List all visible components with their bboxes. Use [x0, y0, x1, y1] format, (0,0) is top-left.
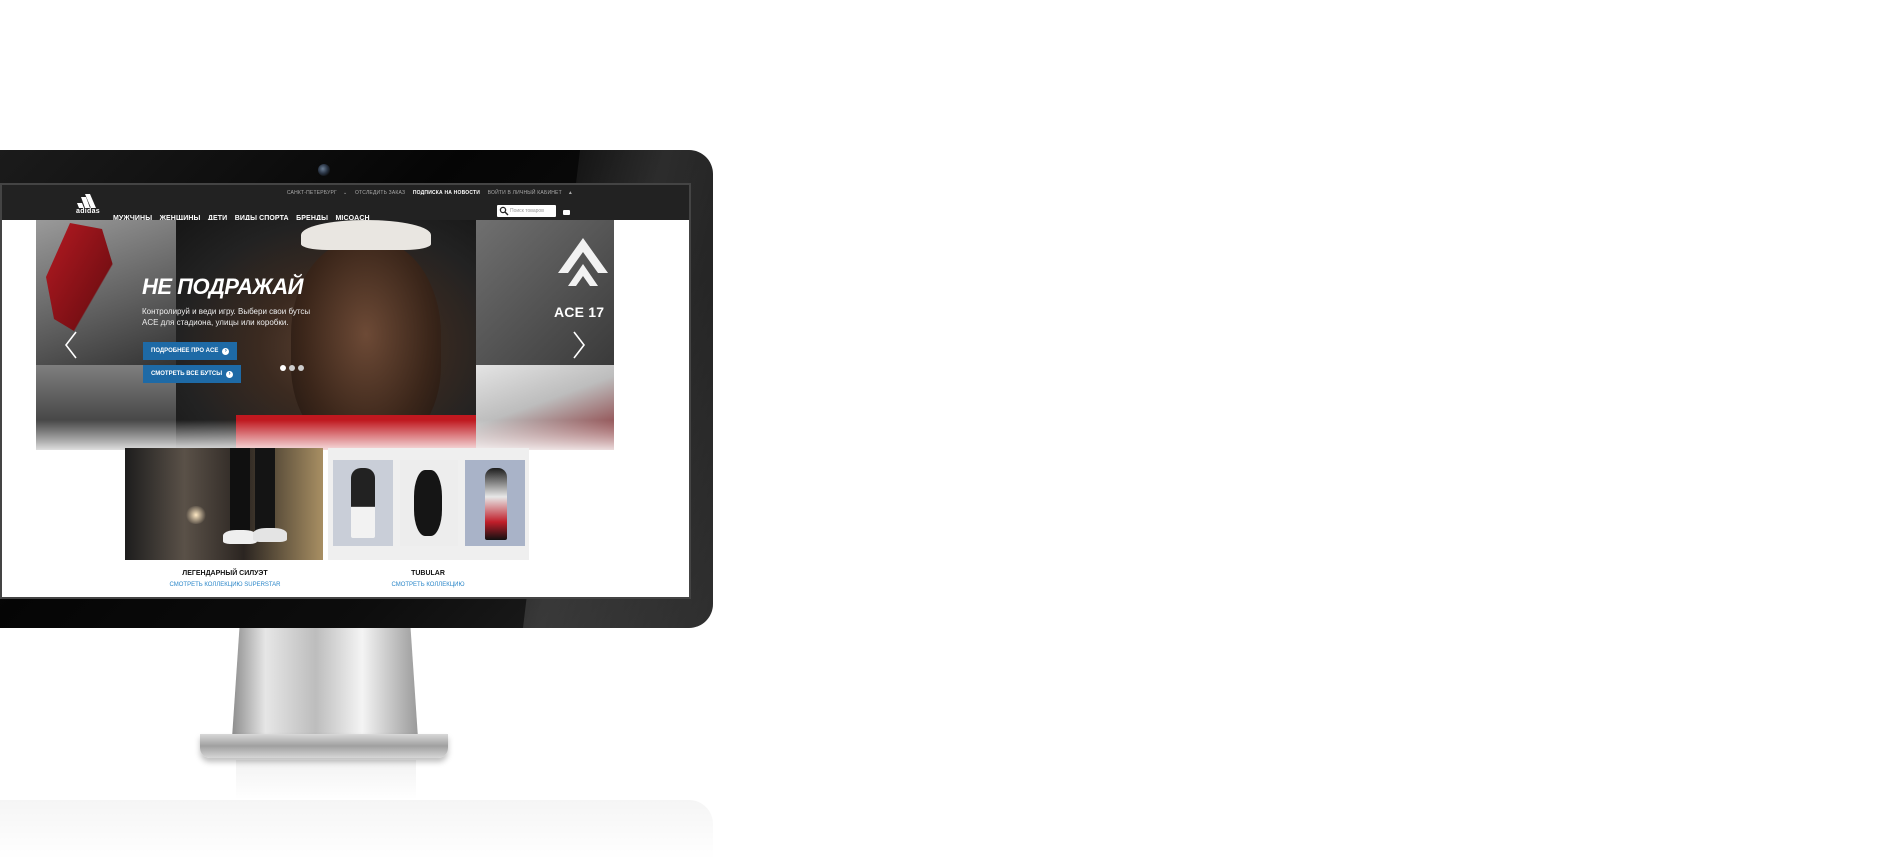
carousel-next-icon[interactable] [572, 330, 586, 360]
hero-portrait-hair [301, 220, 431, 250]
stand-reflection [236, 760, 416, 800]
user-icon: ▲ [567, 190, 573, 196]
model-leg [230, 448, 250, 536]
website-screen: САНКТ-ПЕТЕРБУРГ ⌄ ОТСЛЕДИТЬ ЗАКАЗ ПОДПИСК… [0, 183, 691, 599]
site-header: САНКТ-ПЕТЕРБУРГ ⌄ ОТСЛЕДИТЬ ЗАКАЗ ПОДПИСК… [2, 185, 689, 222]
model-leg [255, 448, 275, 536]
hero-banner: ACE 17 НЕ ПОДРАЖАЙ Контролируй и веди иг… [36, 220, 614, 450]
carousel-dot-2[interactable] [289, 365, 295, 371]
carousel-prev-icon[interactable] [64, 330, 78, 360]
newsletter-link[interactable]: ПОДПИСКА НА НОВОСТИ [413, 190, 480, 196]
tubular-photo-shoe [400, 460, 458, 546]
arrow-circle-icon: › [226, 370, 234, 378]
ace-chevron-icon [558, 238, 608, 286]
hero-subtext: Контролируй и веди игру. Выбери свои бут… [142, 307, 311, 327]
model-figure [351, 468, 375, 538]
search-icon [499, 206, 509, 216]
tubular-photo-woman [465, 460, 525, 546]
camera-icon [318, 164, 330, 176]
all-boots-button[interactable]: СМОТРЕТЬ ВСЕ БУТСЫ › [143, 365, 242, 383]
adidas-logo[interactable]: adidas [73, 194, 103, 216]
chevron-down-icon: ⌄ [342, 190, 348, 196]
tubular-tile[interactable] [328, 448, 529, 560]
utility-links: САНКТ-ПЕТЕРБУРГ ⌄ ОТСЛЕДИТЬ ЗАКАЗ ПОДПИСК… [287, 190, 579, 196]
superstar-tile[interactable] [125, 448, 323, 560]
carousel-dots [280, 365, 304, 371]
monitor-reflection [0, 800, 713, 860]
city-selector[interactable]: САНКТ-ПЕТЕРБУРГ [287, 190, 337, 196]
superstar-shoe [253, 528, 287, 542]
track-order-link[interactable]: ОТСЛЕДИТЬ ЗАКАЗ [355, 190, 405, 196]
search-input[interactable]: Поиск товаров [497, 205, 556, 217]
superstar-tile-title: ЛЕГЕНДАРНЫЙ СИЛУЭТ [182, 570, 268, 577]
monitor-base [200, 734, 448, 758]
ace-details-label: ПОДРОБНЕЕ ПРО ACE [151, 348, 219, 354]
model-figure [485, 468, 507, 540]
tubular-collection-link[interactable]: СМОТРЕТЬ КОЛЛЕКЦИЮ [328, 582, 528, 588]
street-light-glow [185, 506, 207, 524]
carousel-dot-3[interactable] [298, 365, 304, 371]
hero-fade-overlay [36, 420, 614, 450]
tubular-shoe [414, 470, 442, 536]
arrow-circle-icon: › [222, 347, 230, 355]
three-stripes-icon [77, 194, 96, 208]
all-boots-label: СМОТРЕТЬ ВСЕ БУТСЫ [151, 371, 223, 377]
superstar-shoe [223, 530, 257, 544]
monitor-stand [232, 628, 418, 738]
tubular-photo-man [333, 460, 393, 546]
logo-wordmark: adidas [76, 208, 100, 215]
account-link[interactable]: ВОЙТИ В ЛИЧНЫЙ КАБИНЕТ [488, 190, 562, 196]
search-placeholder: Поиск товаров [510, 208, 544, 214]
hero-headline: НЕ ПОДРАЖАЙ [142, 274, 304, 299]
carousel-dot-1[interactable] [280, 365, 286, 371]
ace-details-button[interactable]: ПОДРОБНЕЕ ПРО ACE › [143, 342, 238, 360]
ace-badge: ACE 17 [554, 304, 605, 320]
superstar-collection-link[interactable]: СМОТРЕТЬ КОЛЛЕКЦИЮ SUPERSTAR [125, 582, 325, 588]
tubular-tile-title: TUBULAR [411, 570, 445, 577]
cart-icon[interactable] [562, 209, 571, 216]
